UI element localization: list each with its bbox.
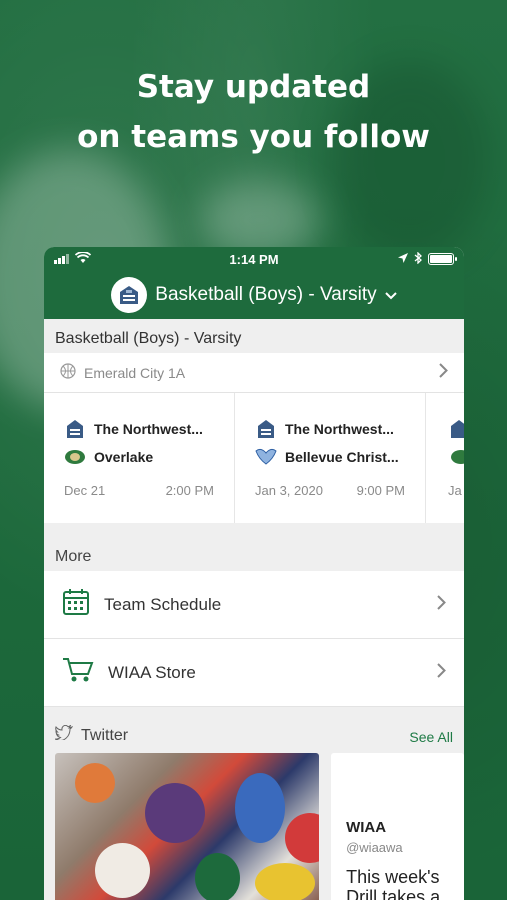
game-card-partial[interactable]: Ja: [426, 393, 464, 523]
overlake-logo-icon: [64, 446, 86, 468]
game-card[interactable]: The Northwest... Bellevue Christ... Jan …: [235, 393, 426, 523]
phone-screen: 1:14 PM Basketball (Boys) - Varsity Bask…: [44, 247, 464, 900]
wiaa-store-label: WIAA Store: [108, 662, 196, 682]
basketball-icon: [60, 363, 76, 382]
twitter-section-header: Twitter See All: [44, 709, 464, 749]
team-logo-icon: [111, 277, 148, 313]
cart-icon: [62, 656, 94, 689]
home-team-name: The Northwest...: [285, 421, 394, 437]
status-time: 1:14 PM: [229, 251, 279, 267]
games-carousel[interactable]: The Northwest... Overlake Dec 21 2:00 PM: [44, 393, 464, 523]
see-all-link[interactable]: See All: [409, 729, 453, 745]
northwest-school-logo-icon: [64, 418, 86, 440]
tweet-card[interactable]: WIAA @wiaawa This week's Drill takes a: [331, 753, 464, 900]
calendar-icon: [62, 588, 90, 621]
more-section-label: More: [55, 548, 92, 565]
chevron-down-icon: [384, 287, 397, 303]
away-team-name: Bellevue Christ...: [285, 449, 399, 465]
tweet-text-line-2: Drill takes a: [346, 887, 441, 900]
promo-headline: Stay updated on teams you follow: [0, 62, 507, 162]
team-section-label: Basketball (Boys) - Varsity: [55, 330, 242, 347]
game-time: 9:00 PM: [356, 483, 405, 498]
team-schedule-label: Team Schedule: [104, 594, 222, 614]
tweet-text-line-1: This week's: [346, 867, 440, 887]
status-bar: 1:14 PM: [44, 247, 464, 271]
chevron-right-icon: [439, 361, 448, 384]
league-row[interactable]: Emerald City 1A: [44, 353, 464, 393]
game-date: Jan 3, 2020: [255, 483, 323, 498]
league-name: Emerald City 1A: [84, 364, 186, 381]
twitter-bird-icon: [54, 724, 74, 745]
headline-line-1: Stay updated: [136, 69, 371, 105]
team-schedule-item[interactable]: Team Schedule: [44, 571, 464, 639]
game-date: Ja: [448, 483, 462, 498]
northwest-school-logo-icon: [450, 418, 464, 440]
battery-icon: [428, 253, 457, 265]
bellevue-christian-logo-icon: [255, 446, 277, 468]
chevron-right-icon: [437, 593, 446, 616]
nav-title: Basketball (Boys) - Varsity: [155, 284, 377, 305]
game-date: Dec 21: [64, 483, 106, 498]
team-card: Emerald City 1A The Northwest... Overlak…: [44, 353, 464, 523]
home-team-name: The Northwest...: [94, 421, 203, 437]
tweets-carousel[interactable]: WIAA @wiaawa This week's Drill takes a: [44, 749, 464, 900]
overlake-logo-icon: [450, 446, 464, 468]
tweet-author-name: WIAA: [346, 819, 387, 836]
team-selector[interactable]: Basketball (Boys) - Varsity: [44, 271, 464, 319]
tweet-image[interactable]: [55, 753, 320, 900]
northwest-school-logo-icon: [255, 418, 277, 440]
twitter-section-label: Twitter: [81, 727, 129, 744]
tweet-author-handle: @wiaawa: [346, 840, 403, 855]
wiaa-store-item[interactable]: WIAA Store: [44, 639, 464, 707]
game-time: 2:00 PM: [165, 483, 214, 498]
chevron-right-icon: [437, 661, 446, 684]
away-team-name: Overlake: [94, 449, 154, 465]
game-card[interactable]: The Northwest... Overlake Dec 21 2:00 PM: [44, 393, 235, 523]
headline-line-2: on teams you follow: [77, 119, 430, 155]
